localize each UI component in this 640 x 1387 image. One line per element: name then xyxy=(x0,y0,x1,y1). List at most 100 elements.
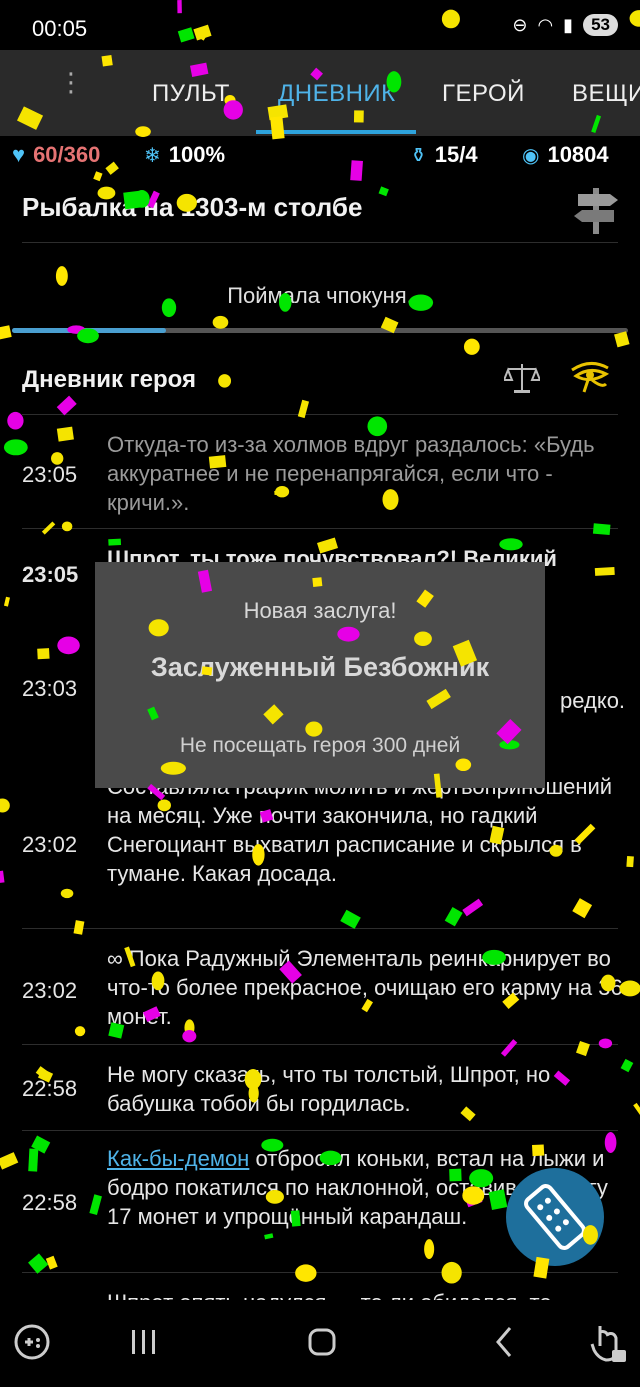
inventory-value: 15/4 xyxy=(434,142,478,167)
infinity-icon: ∞ xyxy=(107,946,129,971)
dnd-icon: ⊖ xyxy=(512,14,528,35)
confetti-piece xyxy=(463,338,480,355)
stats-row: ♥ 60/360 ❄ 100% ⚱ 15/4 ◉ 10804 xyxy=(0,136,640,176)
popup-description: Не посещать героя 300 дней xyxy=(179,734,461,757)
confetti-piece xyxy=(614,331,630,348)
popup-title: Заслуженный Безбожник xyxy=(150,652,490,682)
confetti-piece xyxy=(37,648,50,660)
confetti-piece xyxy=(297,399,310,419)
divider xyxy=(22,1130,618,1131)
quest-progress-text: Поймала чпокуня. xyxy=(227,283,413,308)
entry-text: Не могу сказать, что ты толстый, Шпрот, … xyxy=(107,1062,551,1116)
confetti-piece xyxy=(31,1135,51,1154)
godpower-value: 100% xyxy=(168,142,226,167)
tab-hero[interactable]: ГЕРОЙ xyxy=(442,80,525,108)
achievement-popup[interactable]: Новая заслуга! Заслуженный Безбожник Не … xyxy=(95,562,545,788)
confetti-piece xyxy=(340,909,361,929)
confetti-piece xyxy=(444,907,463,927)
confetti-piece xyxy=(295,1264,317,1282)
quest-progress-bar xyxy=(12,328,628,333)
divider xyxy=(22,1044,618,1045)
health-value: 60/360 xyxy=(33,142,101,167)
divider xyxy=(22,242,618,243)
entry-text-body: Пока Радужный Элементаль реинкарнирует в… xyxy=(107,946,623,1029)
coins-icon: ◉ xyxy=(522,144,540,167)
entry-time: 22:58 xyxy=(22,1076,78,1101)
confetti-piece xyxy=(0,870,5,885)
confetti-piece xyxy=(500,1039,518,1057)
home-icon[interactable] xyxy=(306,1322,338,1362)
confetti-piece xyxy=(56,395,77,416)
bag-icon: ⚱ xyxy=(410,144,427,167)
entry-text: редко. xyxy=(560,688,626,713)
quest-progress-fill xyxy=(12,328,166,333)
confetti-piece xyxy=(424,1239,435,1259)
entry-text: ∞ Пока Радужный Элементаль реинкарнирует… xyxy=(107,944,627,1031)
entry-time: 23:03 xyxy=(22,676,78,701)
snowflake-icon: ❄ xyxy=(144,144,161,167)
confetti-piece xyxy=(89,1194,102,1216)
status-icons: ⊖ ◠ ▮ 53 xyxy=(512,14,618,36)
gold-value: 10804 xyxy=(547,142,609,167)
diary-entry: Шпрот опять надулся — то ли обиделся, то xyxy=(0,1286,640,1300)
entry-time: 23:05 xyxy=(22,462,78,487)
gamepad-icon[interactable] xyxy=(12,1322,52,1362)
confetti-piece xyxy=(0,798,10,813)
confetti-piece xyxy=(28,1148,39,1172)
confetti-piece xyxy=(74,1026,86,1037)
confetti-piece xyxy=(264,1233,274,1240)
overflow-menu-icon[interactable]: ⋮ xyxy=(58,69,84,95)
confetti-piece xyxy=(182,1029,197,1043)
monster-link[interactable]: Как-бы-демон xyxy=(107,1146,249,1171)
entry-time: 23:02 xyxy=(22,832,78,857)
tab-control[interactable]: ПУЛЬТ xyxy=(152,80,230,108)
tab-diary[interactable]: ДНЕВНИК xyxy=(278,80,396,108)
signal-icon: ▮ xyxy=(563,14,574,35)
divider xyxy=(22,414,618,415)
popup-kicker: Новая заслуга! xyxy=(243,598,397,623)
confetti-piece xyxy=(57,636,80,655)
godpower-stat: ❄ 100% xyxy=(144,142,225,168)
confetti-piece xyxy=(0,325,12,342)
active-tab-indicator xyxy=(256,130,416,134)
confetti-piece xyxy=(61,521,73,532)
inventory-stat: ⚱ 15/4 xyxy=(410,142,478,168)
confetti-piece xyxy=(592,523,611,536)
touch-lock-icon[interactable] xyxy=(588,1322,628,1366)
entry-text: Шпрот опять надулся — то ли обиделся, то xyxy=(107,1288,627,1300)
confetti-piece xyxy=(0,1152,19,1170)
confetti-piece xyxy=(3,439,28,456)
confetti-piece xyxy=(212,315,229,329)
entry-time: 22:58 xyxy=(22,1190,78,1215)
divider xyxy=(22,528,618,529)
tab-items[interactable]: ВЕЩИ xyxy=(572,80,640,108)
health-stat: ♥ 60/360 xyxy=(12,142,100,168)
signpost-icon[interactable] xyxy=(572,184,620,236)
confetti-piece xyxy=(60,888,74,899)
confetti-piece xyxy=(45,1255,58,1270)
battery-indicator: 53 xyxy=(583,14,618,36)
confetti-piece xyxy=(3,596,10,607)
divider xyxy=(22,928,618,929)
confetti-piece xyxy=(218,374,232,388)
heart-icon: ♥ xyxy=(12,142,26,167)
entry-time: 23:02 xyxy=(22,978,78,1003)
divider xyxy=(22,1272,618,1273)
recent-apps-icon[interactable] xyxy=(128,1322,160,1362)
navigation-bar xyxy=(0,1300,640,1387)
diary-title: Дневник героя xyxy=(22,366,196,393)
confetti-piece xyxy=(378,186,389,197)
status-bar: 00:05 ⊖ ◠ ▮ 53 xyxy=(0,0,640,50)
quest-title: Рыбалка на 1303-м столбе xyxy=(22,192,363,222)
confetti-piece xyxy=(462,898,484,917)
confetti-piece xyxy=(572,898,593,919)
status-time: 00:05 xyxy=(32,16,88,41)
back-icon[interactable] xyxy=(488,1322,520,1362)
remote-control-button[interactable] xyxy=(506,1168,604,1266)
wifi-icon: ◠ xyxy=(537,14,554,35)
eye-of-horus-icon[interactable] xyxy=(568,358,612,394)
scales-icon[interactable] xyxy=(504,360,540,396)
tab-bar: ⋮ ПУЛЬТ ДНЕВНИК ГЕРОЙ ВЕЩИ xyxy=(0,50,640,136)
entry-text: Составляла график молитв и жертвоприноше… xyxy=(107,774,612,886)
entry-text: Откуда-то из-за холмов вдруг раздалось: … xyxy=(107,432,595,515)
